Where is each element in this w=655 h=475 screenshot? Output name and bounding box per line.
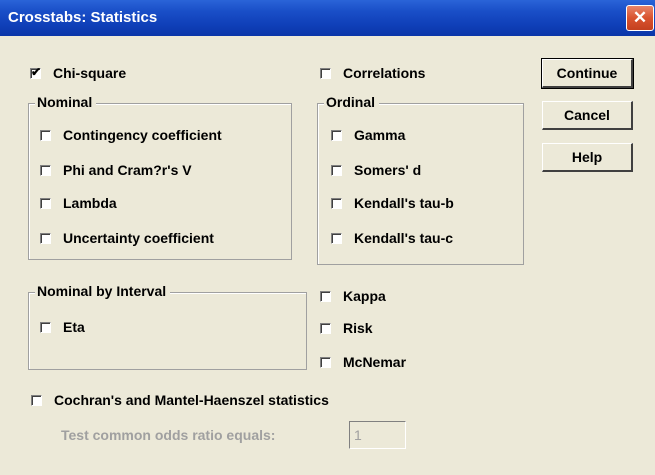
odds-ratio-input[interactable]: 1 bbox=[349, 421, 406, 449]
cmh-checkbox[interactable]: Cochran's and Mantel-Haenszel statistics bbox=[31, 390, 329, 410]
uncertainty-coefficient-checkbox[interactable]: Uncertainty coefficient bbox=[40, 228, 214, 248]
risk-checkbox[interactable]: Risk bbox=[320, 318, 373, 338]
eta-checkbox[interactable]: Eta bbox=[40, 317, 85, 337]
correlations-label: Correlations bbox=[343, 65, 426, 81]
lambda-label: Lambda bbox=[63, 195, 117, 211]
kendalls-tau-b-checkbox[interactable]: Kendall's tau-b bbox=[331, 193, 454, 213]
mcnemar-label: McNemar bbox=[343, 354, 407, 370]
checkbox-box[interactable] bbox=[40, 321, 51, 333]
somers-d-checkbox[interactable]: Somers' d bbox=[331, 160, 421, 180]
window-title: Crosstabs: Statistics bbox=[8, 9, 158, 26]
checkbox-box[interactable]: ✔ bbox=[30, 65, 41, 79]
checkbox-box[interactable] bbox=[320, 356, 331, 368]
kappa-label: Kappa bbox=[343, 288, 386, 304]
checkbox-box[interactable] bbox=[40, 197, 51, 209]
phi-cramers-v-label: Phi and Cram?r's V bbox=[63, 162, 192, 178]
checkbox-box[interactable] bbox=[320, 290, 331, 302]
checkbox-box[interactable] bbox=[40, 164, 51, 176]
risk-label: Risk bbox=[343, 320, 373, 336]
checkmark-icon: ✔ bbox=[31, 64, 42, 79]
nominal-group-title: Nominal bbox=[35, 94, 97, 110]
chi-square-label: Chi-square bbox=[53, 65, 127, 81]
checkbox-box[interactable] bbox=[320, 67, 331, 79]
kendalls-tau-c-label: Kendall's tau-c bbox=[354, 230, 454, 246]
checkbox-box[interactable] bbox=[331, 164, 342, 176]
nominal-by-interval-group-title: Nominal by Interval bbox=[35, 283, 171, 299]
gamma-checkbox[interactable]: Gamma bbox=[331, 125, 405, 145]
uncertainty-coefficient-label: Uncertainty coefficient bbox=[63, 230, 214, 246]
continue-button[interactable]: Continue bbox=[541, 58, 634, 89]
ordinal-group-title: Ordinal bbox=[324, 94, 380, 110]
close-button[interactable]: ✕ bbox=[626, 5, 654, 31]
gamma-label: Gamma bbox=[354, 127, 406, 143]
contingency-coefficient-checkbox[interactable]: Contingency coefficient bbox=[40, 125, 222, 145]
kappa-checkbox[interactable]: Kappa bbox=[320, 286, 386, 306]
checkbox-box[interactable] bbox=[31, 394, 42, 406]
close-icon: ✕ bbox=[632, 8, 648, 27]
continue-button-label: Continue bbox=[556, 65, 618, 81]
checkbox-box[interactable] bbox=[331, 197, 342, 209]
kendalls-tau-c-checkbox[interactable]: Kendall's tau-c bbox=[331, 228, 453, 248]
checkbox-box[interactable] bbox=[40, 232, 51, 244]
phi-cramers-v-checkbox[interactable]: Phi and Cram?r's V bbox=[40, 160, 192, 180]
checkbox-box[interactable] bbox=[331, 232, 342, 244]
checkbox-box[interactable] bbox=[40, 129, 51, 141]
kendalls-tau-b-label: Kendall's tau-b bbox=[354, 195, 454, 211]
mcnemar-checkbox[interactable]: McNemar bbox=[320, 352, 406, 372]
checkbox-box[interactable] bbox=[331, 129, 342, 141]
somers-d-label: Somers' d bbox=[354, 162, 422, 178]
cancel-button-label: Cancel bbox=[564, 107, 610, 123]
lambda-checkbox[interactable]: Lambda bbox=[40, 193, 117, 213]
cmh-label: Cochran's and Mantel-Haenszel statistics bbox=[54, 392, 329, 408]
help-button-label: Help bbox=[571, 149, 603, 165]
chi-square-checkbox[interactable]: ✔ Chi-square bbox=[30, 63, 126, 83]
checkbox-box[interactable] bbox=[320, 322, 331, 334]
title-bar: Crosstabs: Statistics ✕ bbox=[0, 0, 655, 36]
eta-label: Eta bbox=[63, 319, 85, 335]
contingency-coefficient-label: Contingency coefficient bbox=[63, 127, 222, 143]
odds-ratio-label: Test common odds ratio equals: bbox=[61, 427, 276, 443]
help-button[interactable]: Help bbox=[542, 143, 633, 172]
correlations-checkbox[interactable]: Correlations bbox=[320, 63, 425, 83]
cancel-button[interactable]: Cancel bbox=[542, 101, 633, 130]
